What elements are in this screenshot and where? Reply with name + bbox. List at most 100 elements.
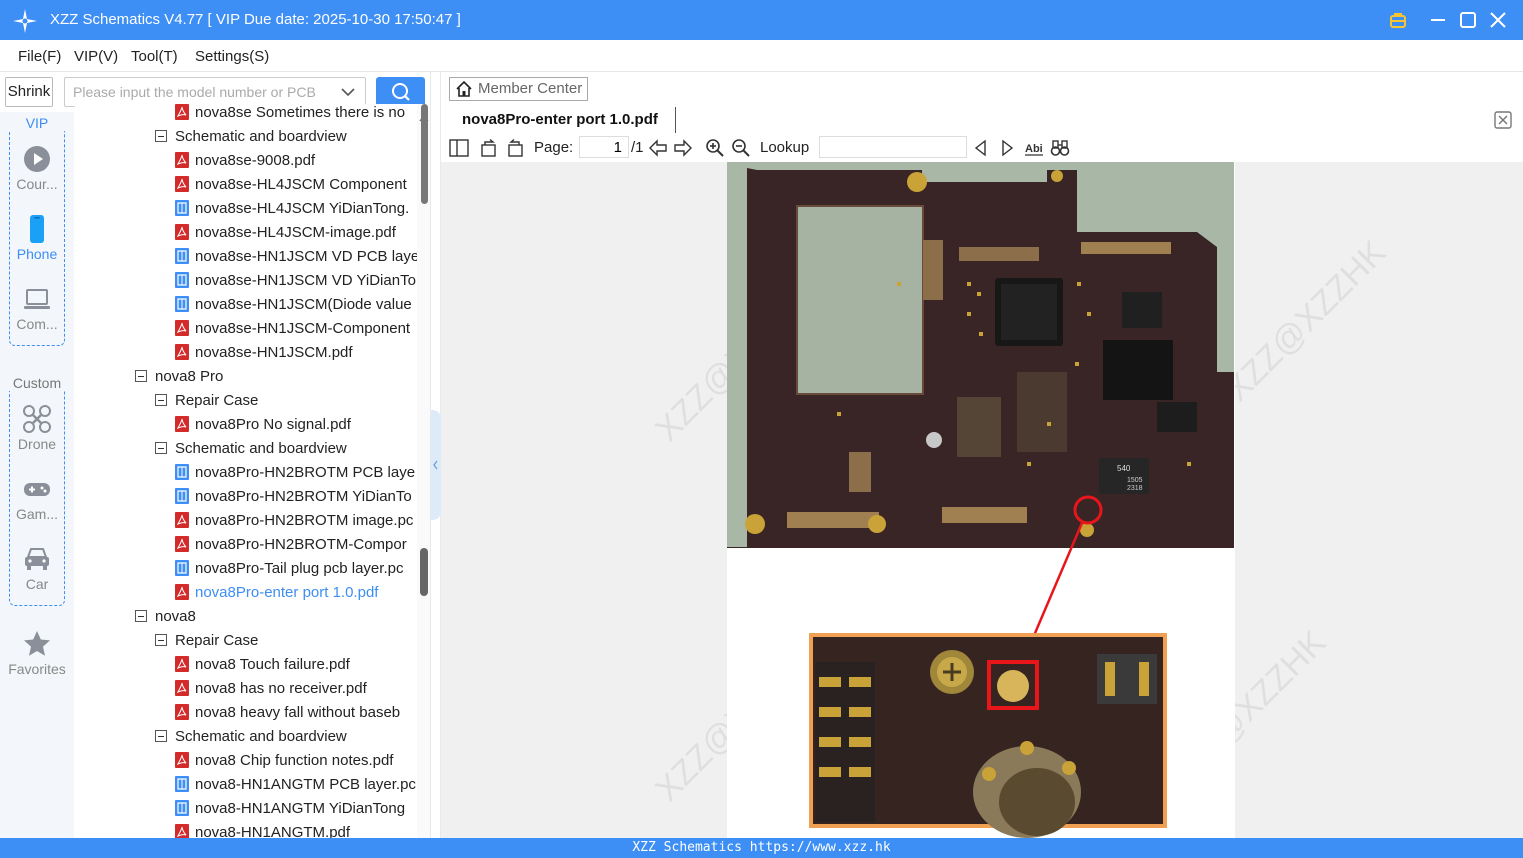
pdf-file-icon — [175, 752, 189, 768]
maximize-icon[interactable] — [1456, 8, 1480, 32]
tree-folder[interactable]: Repair Case — [155, 389, 258, 413]
pdf-file-icon — [175, 512, 189, 528]
shrink-button[interactable]: Shrink — [5, 77, 53, 107]
nav-phone[interactable]: Phone — [0, 214, 74, 262]
tree-item-label: nova8 has no receiver.pdf — [195, 680, 367, 697]
tree-file[interactable]: nova8Pro-enter port 1.0.pdf — [175, 581, 378, 605]
custom-group-label: Custom — [0, 375, 74, 391]
tree-file[interactable]: nova8se-9008.pdf — [175, 149, 315, 173]
collapse-toggle-icon[interactable] — [135, 370, 147, 382]
menu-file[interactable]: File(F) — [18, 48, 61, 65]
close-icon[interactable] — [1486, 8, 1510, 32]
collapse-toggle-icon[interactable] — [155, 394, 167, 406]
member-center-button[interactable]: Member Center — [449, 77, 588, 101]
find-next-icon[interactable] — [997, 138, 1017, 158]
menu-vip[interactable]: VIP(V) — [74, 48, 118, 65]
collapse-toggle-icon[interactable] — [155, 634, 167, 646]
tree-file[interactable]: nova8se-HN1JSCM VD PCB laye — [175, 245, 417, 269]
tree-item-label: nova8 heavy fall without baseb — [195, 704, 401, 721]
minimize-icon[interactable] — [1426, 8, 1450, 32]
prev-page-arrow-icon[interactable] — [648, 138, 668, 158]
tree-folder[interactable]: Repair Case — [155, 629, 258, 653]
chevron-down-icon[interactable] — [340, 85, 356, 99]
nav-car[interactable]: Car — [0, 544, 74, 592]
tree-folder[interactable]: nova8 Pro — [135, 365, 223, 389]
tree-folder[interactable]: Schematic and boardview — [155, 725, 347, 749]
tree-file[interactable]: nova8se-HL4JSCM Component — [175, 173, 407, 197]
nav-courses[interactable]: Cour... — [0, 144, 74, 192]
tree-file[interactable]: nova8 Chip function notes.pdf — [175, 749, 393, 773]
tree-file[interactable]: nova8-HN1ANGTM PCB layer.pc — [175, 773, 416, 797]
collapse-toggle-icon[interactable] — [155, 730, 167, 742]
next-page-arrow-icon[interactable] — [673, 138, 693, 158]
collapse-toggle-icon[interactable] — [155, 442, 167, 454]
tree-folder[interactable]: Schematic and boardview — [155, 125, 347, 149]
collapse-toggle-icon[interactable] — [155, 130, 167, 142]
menu-tool[interactable]: Tool(T) — [131, 48, 178, 65]
tree-file[interactable]: nova8se Sometimes there is no — [175, 104, 405, 125]
tree-item-label: Schematic and boardview — [175, 440, 347, 457]
drone-icon — [23, 405, 51, 433]
nav-game[interactable]: Gam... — [0, 474, 74, 522]
tree-item-label: nova8se-9008.pdf — [195, 152, 316, 169]
tree-folder[interactable]: nova8 — [135, 605, 196, 629]
tree-item-label: nova8se-HN1JSCM VD PCB laye — [195, 248, 417, 265]
pcb-file-icon — [175, 776, 189, 792]
chip-label-1505: 1505 — [1127, 477, 1143, 484]
search-button[interactable] — [376, 77, 425, 107]
tree-scroll-thumb-secondary[interactable] — [420, 548, 428, 596]
tree-file[interactable]: nova8Pro-HN2BROTM PCB laye — [175, 461, 415, 485]
zoom-in-icon[interactable] — [705, 138, 725, 158]
search-input[interactable] — [64, 77, 366, 107]
close-tab-icon[interactable] — [1493, 110, 1513, 130]
pcb-file-icon — [175, 800, 189, 816]
tree-file[interactable]: nova8Pro-HN2BROTM image.pc — [175, 509, 413, 533]
tree-file[interactable]: nova8-HN1ANGTM.pdf — [175, 821, 350, 838]
tree-file[interactable]: nova8se-HN1JSCM.pdf — [175, 341, 353, 365]
collapse-toggle-icon[interactable] — [135, 610, 147, 622]
lookup-input[interactable] — [819, 136, 967, 158]
bag-icon[interactable] — [1386, 8, 1410, 32]
tree-file[interactable]: nova8Pro-HN2BROTM-Compor — [175, 533, 407, 557]
find-previous-icon[interactable] — [971, 138, 991, 158]
tree-file[interactable]: nova8se-HL4JSCM YiDianTong. — [175, 197, 409, 221]
tree-file[interactable]: nova8Pro-Tail plug pcb layer.pc — [175, 557, 403, 581]
tree-file[interactable]: nova8se-HN1JSCM(Diode value — [175, 293, 412, 317]
pcb-file-icon — [175, 200, 189, 216]
tree-file[interactable]: nova8se-HN1JSCM-Component — [175, 317, 410, 341]
tree-file[interactable]: nova8 heavy fall without baseb — [175, 701, 400, 725]
tree-scrollbar[interactable] — [417, 104, 430, 838]
status-bar: XZZ Schematics https://www.xzz.hk — [0, 838, 1523, 858]
pdf-viewer[interactable]: XZZ@XZZHK XZZ@XZZHK XZZ@XZZHK XZZ@XZZHK — [441, 162, 1523, 838]
document-tab[interactable]: nova8Pro-enter port 1.0.pdf — [450, 107, 676, 133]
binoculars-icon[interactable] — [1050, 138, 1070, 158]
tree-file[interactable]: nova8Pro-HN2BROTM YiDianTo — [175, 485, 412, 509]
vip-group-label: VIP — [0, 115, 74, 131]
pdf-file-icon — [175, 704, 189, 720]
tree-file[interactable]: nova8se-HL4JSCM-image.pdf — [175, 221, 396, 245]
tree-file[interactable]: nova8Pro No signal.pdf — [175, 413, 351, 437]
match-case-icon[interactable]: Abi — [1024, 138, 1044, 158]
pdf-file-icon — [175, 680, 189, 696]
tree-file[interactable]: nova8-HN1ANGTM YiDianTong — [175, 797, 405, 821]
page-number-input[interactable] — [579, 136, 629, 158]
category-nav: VIP Cour... Phone Com... Custom Drone Ga… — [0, 112, 74, 838]
tree-file[interactable]: nova8 Touch failure.pdf — [175, 653, 350, 677]
tree-scroll-thumb[interactable] — [421, 104, 428, 204]
sidebar-toggle-icon[interactable] — [449, 138, 469, 158]
tree-item-label: Schematic and boardview — [175, 728, 347, 745]
nav-drone[interactable]: Drone — [0, 404, 74, 452]
search-icon — [392, 83, 410, 101]
tree-file[interactable]: nova8 has no receiver.pdf — [175, 677, 367, 701]
tree-item-label: nova8 Chip function notes.pdf — [195, 752, 394, 769]
nav-favorites[interactable]: Favorites — [0, 629, 74, 677]
menu-settings[interactable]: Settings(S) — [195, 48, 269, 65]
rotate-right-icon[interactable] — [479, 138, 499, 158]
tree-file[interactable]: nova8se-HN1JSCM VD YiDianTo — [175, 269, 416, 293]
tree-folder[interactable]: Schematic and boardview — [155, 437, 347, 461]
zoom-out-icon[interactable] — [731, 138, 751, 158]
nav-computer[interactable]: Com... — [0, 284, 74, 332]
tree-item-label: nova8se-HL4JSCM YiDianTong. — [195, 200, 410, 217]
rotate-left-icon[interactable] — [505, 138, 525, 158]
panel-splitter[interactable] — [430, 72, 442, 838]
